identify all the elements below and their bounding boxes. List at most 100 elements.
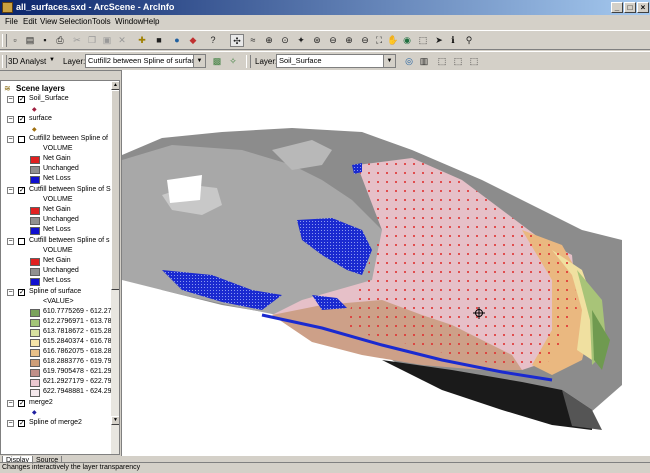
minimize-icon[interactable]: _	[611, 2, 623, 13]
swatch	[30, 207, 40, 215]
menu-selection[interactable]: Selection	[59, 17, 92, 26]
shading-icon[interactable]: ⬚	[451, 55, 465, 68]
collapse-icon[interactable]: −	[7, 420, 14, 427]
navigate-icon[interactable]: ✣	[230, 34, 244, 47]
layer-checkbox[interactable]: ✓	[18, 289, 25, 296]
transparency-icon[interactable]: ✧	[226, 55, 240, 68]
layer-select[interactable]: Cutfill2 between Spline of surfaceSp ▼	[85, 54, 206, 68]
new-icon[interactable]: ▫	[8, 34, 22, 47]
identify-icon[interactable]: ℹ	[446, 34, 460, 47]
toc-layer-cutfill[interactable]: − ✓ Cutfill between Spline of S	[1, 186, 111, 196]
save-icon[interactable]: ▪	[38, 34, 52, 47]
toolbar-grip[interactable]	[2, 34, 7, 47]
toc-layer-soil-surface[interactable]: − ✓ Soil_Surface	[1, 95, 111, 105]
collapse-icon[interactable]: −	[7, 116, 14, 123]
scroll-down-icon[interactable]: ▼	[111, 416, 119, 425]
scroll-thumb[interactable]	[111, 90, 119, 290]
layer-name: Soil_Surface	[29, 95, 69, 102]
globe-icon[interactable]: ◉	[400, 34, 414, 47]
layer-label: Layer:	[63, 57, 86, 66]
menu-bar: File Edit View Selection Tools Window He…	[0, 15, 650, 29]
arccatalog-icon[interactable]: ●	[170, 34, 184, 47]
swatch	[30, 349, 40, 357]
layer-order-icon[interactable]: ▥	[417, 55, 431, 68]
observer-icon[interactable]: ✦	[294, 34, 308, 47]
swatch	[30, 379, 40, 387]
layer-checkbox[interactable]: ✓	[18, 96, 25, 103]
zoom-out-icon[interactable]: ⊖	[358, 34, 372, 47]
find-icon[interactable]: ⚲	[462, 34, 476, 47]
menu-edit[interactable]: Edit	[23, 17, 37, 26]
toc-layer-cutfill2[interactable]: − Cutfill2 between Spline of	[1, 135, 111, 145]
arctoolbox-icon[interactable]: ◆	[186, 34, 200, 47]
swatch	[30, 227, 40, 235]
full-extent-icon[interactable]: ⛶	[372, 34, 386, 47]
select-features-icon[interactable]: ⬚	[416, 34, 430, 47]
point-symbol-icon: ◆	[32, 127, 37, 133]
print-icon[interactable]: ⎙	[53, 34, 67, 47]
zoom-in-out-icon[interactable]: ⊛	[310, 34, 324, 47]
collapse-icon[interactable]: −	[7, 238, 14, 245]
toc-field-row: VOLUME	[1, 145, 111, 155]
legend-item: 610.7775269 - 612.27	[1, 308, 112, 318]
face-culling-icon[interactable]: ⬚	[467, 55, 481, 68]
layer-checkbox[interactable]: ✓	[18, 187, 25, 194]
delete-icon[interactable]: ✕	[115, 34, 129, 47]
zoom-in-icon[interactable]: ⊕	[342, 34, 356, 47]
menu-view[interactable]: View	[40, 17, 57, 26]
scene-properties-icon[interactable]: ■	[152, 34, 166, 47]
field-label: <VALUE>	[43, 298, 74, 305]
add-data-icon[interactable]: ✚	[135, 34, 149, 47]
chevron-down-icon[interactable]: ▼	[49, 57, 55, 63]
toc-layer-spline-surface[interactable]: − ✓ Spline of surface	[1, 288, 111, 298]
toc-layer-cutfill-s[interactable]: − Cutfill between Spline of s	[1, 237, 111, 247]
effects-icon[interactable]: ◎	[402, 55, 416, 68]
3d-analyst-menu[interactable]: 3D Analyst	[8, 57, 46, 66]
menu-tools[interactable]: Tools	[92, 17, 111, 26]
help-icon[interactable]: ?	[206, 34, 220, 47]
chevron-down-icon[interactable]: ▼	[383, 55, 395, 67]
cut-icon[interactable]: ✂	[70, 34, 84, 47]
collapse-icon[interactable]: −	[7, 289, 14, 296]
layer2-select[interactable]: Soil_Surface ▼	[276, 54, 396, 68]
collapse-icon[interactable]: −	[7, 400, 14, 407]
toolbar-grip[interactable]	[246, 55, 251, 68]
scroll-up-icon[interactable]: ▲	[111, 81, 119, 90]
menu-window[interactable]: Window	[115, 17, 143, 26]
select-icon[interactable]: ➤	[432, 34, 446, 47]
swatch	[30, 309, 40, 317]
copy-icon[interactable]: ❐	[85, 34, 99, 47]
toolbar-grip[interactable]	[2, 55, 7, 68]
maximize-icon[interactable]: □	[624, 2, 636, 13]
legend-label: Net Loss	[43, 175, 71, 182]
zoom-to-target-icon[interactable]: ⊙	[278, 34, 292, 47]
toc-layer-spline-merge2[interactable]: − ✓ Spline of merge2	[1, 419, 111, 429]
toc-scrollbar[interactable]: ▲ ▼	[111, 81, 119, 454]
swipe-icon[interactable]: ▩	[210, 55, 224, 68]
collapse-icon[interactable]: −	[7, 136, 14, 143]
paste-icon[interactable]: ▣	[100, 34, 114, 47]
fly-icon[interactable]: ≈	[246, 34, 260, 47]
target-center-icon[interactable]: ⊕	[262, 34, 276, 47]
layer-checkbox[interactable]	[18, 136, 25, 143]
toc-layer-merge2[interactable]: − ✓ merge2	[1, 399, 111, 409]
legend-label: Unchanged	[43, 216, 79, 223]
close-icon[interactable]: ×	[637, 2, 649, 13]
lighting-icon[interactable]: ⬚	[435, 55, 449, 68]
layer-checkbox[interactable]	[18, 238, 25, 245]
scene-view[interactable]	[121, 70, 650, 456]
layer-checkbox[interactable]: ✓	[18, 116, 25, 123]
menu-help[interactable]: Help	[143, 17, 159, 26]
toc-layer-surface[interactable]: − ✓ surface	[1, 115, 111, 125]
chevron-down-icon[interactable]: ▼	[193, 55, 205, 67]
terrain-3d-view[interactable]	[122, 70, 650, 456]
open-icon[interactable]: ▤	[23, 34, 37, 47]
layer-name: surface	[29, 115, 52, 122]
pan-icon[interactable]: ⊖	[326, 34, 340, 47]
collapse-icon[interactable]: −	[7, 96, 14, 103]
hand-icon[interactable]: ✋	[386, 34, 400, 47]
menu-file[interactable]: File	[5, 17, 18, 26]
layer-checkbox[interactable]: ✓	[18, 420, 25, 427]
layer-checkbox[interactable]: ✓	[18, 400, 25, 407]
collapse-icon[interactable]: −	[7, 187, 14, 194]
